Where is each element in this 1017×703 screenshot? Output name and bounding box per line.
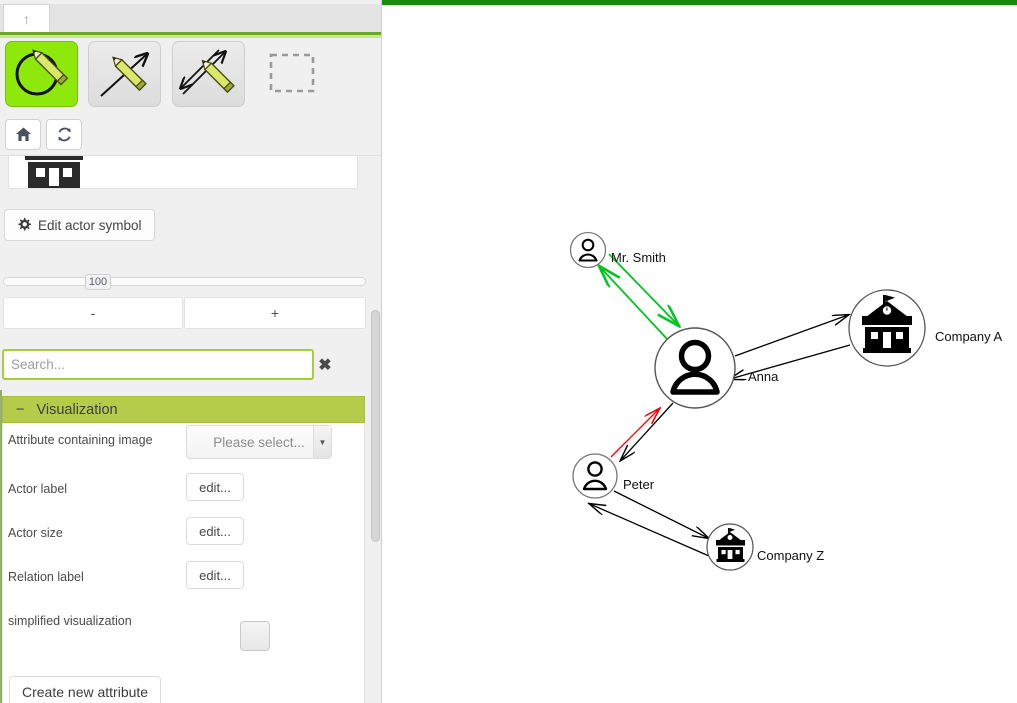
tool-button-row [0, 41, 381, 109]
double-arrow-pencil-icon [173, 42, 235, 95]
edge-peter-anna[interactable] [610, 409, 659, 458]
actor-size-slider[interactable]: 100 [3, 274, 366, 290]
node-label-company-z: Company Z [757, 548, 825, 563]
reload-button[interactable] [46, 119, 82, 150]
tool-select-area-button[interactable] [256, 41, 329, 107]
visualization-section-header[interactable]: − Visualization [2, 396, 365, 423]
arrow-up-icon: ↑ [23, 10, 30, 27]
home-icon [15, 127, 31, 141]
home-button[interactable] [5, 119, 41, 150]
clear-search-icon[interactable]: ✖ [314, 354, 336, 376]
label-actor-label: Actor label [8, 482, 68, 496]
node-company-a[interactable] [848, 289, 926, 367]
chevron-down-icon[interactable]: ▼ [313, 426, 331, 458]
tab-bar: ↑ [0, 4, 381, 33]
tool-draw-multi-relation-button[interactable] [172, 41, 245, 107]
app-window: ↑ Edit actor symbol 100 - + Search... ✖ … [0, 0, 1017, 703]
label-simplified-visualization: simplified visualization [8, 614, 132, 628]
node-peter[interactable] [572, 453, 618, 499]
circle-pencil-icon [15, 49, 69, 96]
node-anna[interactable] [654, 327, 736, 409]
left-panel: ↑ Edit actor symbol 100 - + Search... ✖ … [0, 0, 382, 703]
slider-handle[interactable]: 100 [85, 274, 111, 290]
slider-track [3, 277, 366, 286]
node-label-anna: Anna [748, 369, 779, 384]
search-input[interactable] [2, 349, 314, 380]
node-company-z[interactable] [706, 523, 754, 571]
attribute-image-select-value: Please select... [213, 434, 305, 450]
label-actor-size: Actor size [8, 526, 63, 540]
relation-label-edit-button[interactable]: edit... [186, 561, 244, 589]
attribute-image-select[interactable]: Please select... ▼ [186, 425, 332, 459]
tool-draw-relation-button[interactable] [88, 41, 161, 107]
graph-canvas[interactable]: Mr. Smith Anna Company A Peter Company Z [382, 5, 1017, 703]
left-panel-body: Edit actor symbol 100 - + ✖ − Visualizat… [0, 155, 381, 703]
actor-label-edit-button[interactable]: edit... [186, 473, 244, 501]
increase-button[interactable]: + [184, 297, 366, 329]
simplified-visualization-checkbox[interactable] [240, 621, 270, 651]
panel-left-edge-accent [0, 390, 2, 703]
gear-icon [18, 218, 31, 231]
dashed-rectangle-icon [269, 53, 315, 93]
edge-anna-peter[interactable] [621, 402, 674, 460]
actor-size-edit-button[interactable]: edit... [186, 517, 244, 545]
node-label-peter: Peter [623, 477, 655, 492]
panel-divider-light [0, 35, 381, 38]
visualization-title: Visualization [36, 401, 118, 418]
node-label-company-a: Company A [935, 329, 1003, 344]
tab-collapse[interactable]: ↑ [3, 4, 50, 32]
edit-actor-symbol-button[interactable]: Edit actor symbol [4, 209, 155, 241]
edit-actor-symbol-label: Edit actor symbol [38, 217, 142, 233]
decrease-button[interactable]: - [3, 297, 183, 329]
create-new-attribute-button[interactable]: Create new attribute [9, 676, 162, 703]
actor-symbol-preview[interactable] [8, 156, 358, 189]
graph-svg [569, 231, 926, 571]
node-label-mr-smith: Mr. Smith [611, 250, 666, 265]
graph-edges [590, 253, 850, 557]
arrow-pencil-icon [100, 42, 160, 97]
label-relation-label: Relation label [8, 570, 84, 584]
label-attribute-containing-image: Attribute containing image [8, 433, 153, 447]
minus-icon: − [16, 401, 25, 418]
refresh-icon [57, 127, 71, 142]
tool-draw-actor-button[interactable] [5, 41, 78, 107]
building-icon [17, 156, 91, 188]
left-panel-scrollbar[interactable] [371, 310, 380, 542]
visualization-section-body: Attribute containing image Please select… [2, 423, 365, 703]
node-mr-smith[interactable] [569, 231, 607, 269]
edge-peter-companyz[interactable] [613, 490, 708, 538]
